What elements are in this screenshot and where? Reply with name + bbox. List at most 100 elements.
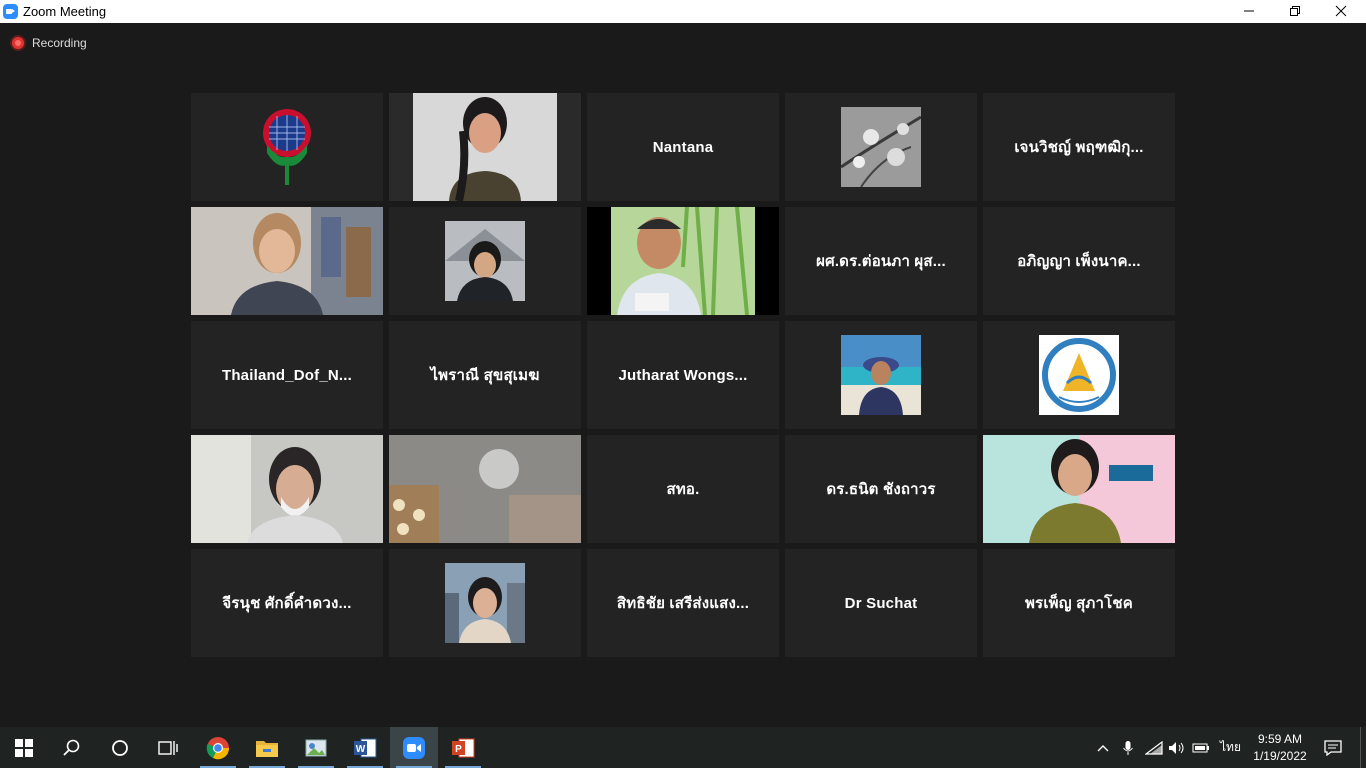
participant-tile[interactable] xyxy=(191,207,383,315)
restore-button[interactable] xyxy=(1272,0,1318,23)
search-icon xyxy=(63,739,80,756)
participant-video xyxy=(587,207,779,315)
participant-tile[interactable]: Jutharat Wongs... xyxy=(587,321,779,429)
taskbar-app-file-explorer[interactable] xyxy=(243,727,291,768)
windows-taskbar: W P ไทย 9:59 AM 1/19/2022 xyxy=(0,727,1366,768)
taskbar-app-zoom[interactable] xyxy=(390,727,438,768)
task-view-icon xyxy=(158,740,178,755)
participant-tile[interactable]: เจนวิชญ์ พฤฑฒิกุ... xyxy=(983,93,1175,201)
participant-tile-active-speaker[interactable] xyxy=(389,93,581,201)
taskbar-app-powerpoint[interactable]: P xyxy=(439,727,487,768)
participant-tile[interactable] xyxy=(389,435,581,543)
volume-tray-button[interactable] xyxy=(1168,727,1186,768)
svg-text:W: W xyxy=(356,744,366,755)
participant-video xyxy=(191,435,383,543)
participant-tile[interactable] xyxy=(587,207,779,315)
participant-tile[interactable]: Nantana xyxy=(587,93,779,201)
participant-tile[interactable] xyxy=(785,321,977,429)
notifications-icon xyxy=(1324,739,1342,756)
participant-avatar xyxy=(841,107,921,187)
battery-tray-button[interactable] xyxy=(1192,727,1210,768)
participant-tile[interactable] xyxy=(191,435,383,543)
participant-name: Jutharat Wongs... xyxy=(618,366,748,384)
participant-name: Dr Suchat xyxy=(844,594,918,612)
input-language-label: ไทย xyxy=(1220,740,1241,754)
input-language-button[interactable]: ไทย xyxy=(1220,727,1241,768)
participant-name: สิทธิชัย เสรีส่งแสง... xyxy=(616,595,750,612)
chrome-icon xyxy=(206,736,230,759)
close-button[interactable] xyxy=(1318,0,1364,23)
battery-icon xyxy=(1192,743,1209,752)
action-center-button[interactable] xyxy=(1324,727,1342,768)
participant-video xyxy=(191,207,383,315)
participant-name: จีรนุช ศักดิ์คำดวง... xyxy=(222,595,352,612)
photos-icon xyxy=(305,739,327,756)
chevron-up-icon xyxy=(1097,744,1109,751)
participant-name: ดร.ธนิต ชังถาวร xyxy=(826,481,936,498)
file-explorer-icon xyxy=(256,740,278,757)
participant-tile[interactable]: พรเพ็ญ สุภาโชค xyxy=(983,549,1175,657)
minimize-button[interactable] xyxy=(1226,0,1272,23)
window-title: Zoom Meeting xyxy=(23,4,107,19)
participant-tile[interactable] xyxy=(191,93,383,201)
microphone-tray-button[interactable] xyxy=(1122,727,1134,768)
participant-tile[interactable]: สิทธิชัย เสรีส่งแสง... xyxy=(587,549,779,657)
taskbar-app-photos[interactable] xyxy=(292,727,340,768)
show-hidden-icons-button[interactable] xyxy=(1096,727,1110,768)
participant-name: ไพราณี สุขสุเมฆ xyxy=(430,367,540,384)
svg-text:P: P xyxy=(455,744,462,755)
powerpoint-icon: P xyxy=(452,738,475,757)
microphone-icon xyxy=(1123,740,1133,755)
zoom-icon xyxy=(403,736,425,759)
participant-tile[interactable] xyxy=(389,207,581,315)
participant-name: ผศ.ดร.ต่อนภา ผุส... xyxy=(816,253,946,270)
participant-avatar xyxy=(445,563,525,643)
participant-tile[interactable]: Thailand_Dof_N... xyxy=(191,321,383,429)
participant-video xyxy=(983,435,1175,543)
participant-tile[interactable]: จีรนุช ศักดิ์คำดวง... xyxy=(191,549,383,657)
start-button[interactable] xyxy=(0,727,48,768)
participant-tile[interactable] xyxy=(983,435,1175,543)
participant-name: Nantana xyxy=(652,138,714,156)
participant-tile[interactable] xyxy=(389,549,581,657)
start-icon xyxy=(15,738,33,757)
cortana-button[interactable] xyxy=(96,727,144,768)
participant-avatar xyxy=(445,221,525,301)
close-icon xyxy=(1335,5,1347,17)
participant-tile[interactable]: อภิญญา เพ็งนาค... xyxy=(983,207,1175,315)
clock-time: 9:59 AM xyxy=(1257,732,1303,746)
wifi-icon xyxy=(1145,740,1163,755)
zoom-app-icon xyxy=(3,4,18,19)
search-button[interactable] xyxy=(48,727,96,768)
participant-avatar xyxy=(841,335,921,415)
participant-name: เจนวิชญ์ พฤฑฒิกุ... xyxy=(1014,139,1144,156)
title-bar: Zoom Meeting xyxy=(0,0,1366,23)
minimize-icon xyxy=(1244,10,1254,12)
restore-icon xyxy=(1290,6,1300,16)
participant-tile[interactable] xyxy=(785,93,977,201)
taskbar-clock[interactable]: 9:59 AM 1/19/2022 xyxy=(1248,731,1312,765)
taskbar-app-word[interactable]: W xyxy=(341,727,389,768)
participant-tile[interactable]: สทอ. xyxy=(587,435,779,543)
participant-name: อภิญญา เพ็งนาค... xyxy=(1017,253,1141,270)
participant-tile[interactable]: ดร.ธนิต ชังถาวร xyxy=(785,435,977,543)
participant-tile[interactable] xyxy=(983,321,1175,429)
recording-label: Recording xyxy=(32,36,87,50)
participant-name: สทอ. xyxy=(666,481,700,498)
word-icon: W xyxy=(354,738,377,757)
show-desktop-button[interactable] xyxy=(1360,727,1361,768)
participant-name: พรเพ็ญ สุภาโชค xyxy=(1024,595,1134,612)
clock-date: 1/19/2022 xyxy=(1253,749,1307,763)
participant-tile[interactable]: ผศ.ดร.ต่อนภา ผุส... xyxy=(785,207,977,315)
participant-name: Thailand_Dof_N... xyxy=(221,366,353,384)
speaker-icon xyxy=(1169,741,1184,754)
participant-tile[interactable]: ไพราณี สุขสุเมฆ xyxy=(389,321,581,429)
taskbar-app-chrome[interactable] xyxy=(194,727,242,768)
participant-video xyxy=(389,435,581,543)
task-view-button[interactable] xyxy=(144,727,192,768)
network-tray-button[interactable] xyxy=(1145,727,1163,768)
recording-icon xyxy=(12,37,24,49)
participant-tile[interactable]: Dr Suchat xyxy=(785,549,977,657)
participant-video xyxy=(389,93,581,201)
organization-logo-icon xyxy=(263,109,311,185)
